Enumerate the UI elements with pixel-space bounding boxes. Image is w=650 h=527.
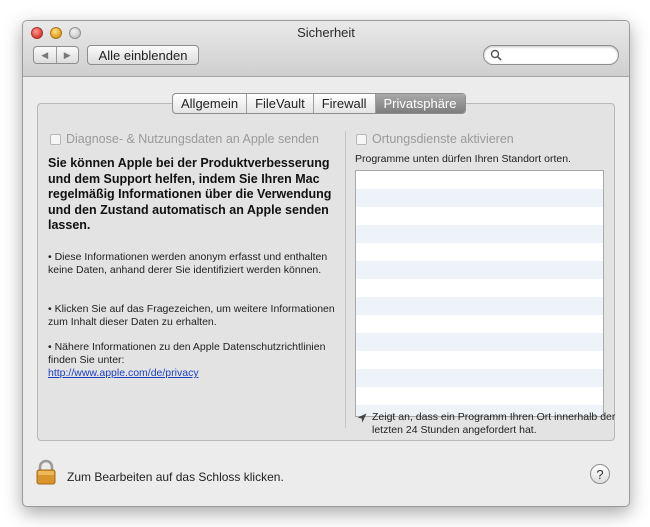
location-checkbox-row[interactable]: Ortungsdienste aktivieren (356, 132, 514, 146)
lock-status-text: Zum Bearbeiten auf das Schloss klicken. (67, 470, 284, 484)
diagnostics-checkbox[interactable] (50, 133, 61, 145)
search-icon (490, 49, 502, 61)
tab-firewall[interactable]: Firewall (312, 94, 375, 113)
column-divider (345, 131, 346, 428)
list-row (356, 333, 603, 351)
privacy-policy-text: • Nähere Informationen zu den Apple Date… (48, 341, 326, 366)
list-row (356, 171, 603, 189)
list-row (356, 351, 603, 369)
location-services-checkbox[interactable] (356, 133, 367, 145)
location-indicator-text: Zeigt an, dass ein Programm Ihren Ort in… (372, 411, 616, 436)
back-arrow-icon: ◀ (41, 49, 49, 60)
back-button[interactable]: ◀ (34, 47, 56, 63)
list-row (356, 189, 603, 207)
tab-privatsphaere[interactable]: Privatsphäre (374, 94, 465, 113)
tab-bar: Allgemein FileVault Firewall Privatsphär… (172, 93, 466, 114)
bullet-help-info: • Klicken Sie auf das Fragezeichen, um w… (48, 303, 335, 328)
bullet-privacy-policy: • Nähere Informationen zu den Apple Date… (48, 341, 343, 380)
location-list-label: Programme unten dürfen Ihren Standort or… (355, 153, 571, 165)
lock-icon[interactable] (35, 459, 57, 485)
tab-filevault[interactable]: FileVault (246, 94, 313, 113)
diagnostics-intro-text: Sie können Apple bei der Produktverbesse… (48, 156, 332, 232)
diagnostics-checkbox-row[interactable]: Diagnose- & Nutzungsdaten an Apple sende… (50, 132, 319, 146)
location-apps-list[interactable] (355, 170, 604, 417)
bullet-anonymous: • Diese Informationen werden anonym erfa… (48, 251, 328, 276)
list-row (356, 279, 603, 297)
search-field[interactable] (483, 45, 619, 65)
window-title: Sicherheit (297, 25, 355, 40)
list-row (356, 369, 603, 387)
forward-arrow-icon: ▶ (63, 49, 71, 60)
list-row (356, 387, 603, 405)
list-row (356, 243, 603, 261)
forward-button[interactable]: ▶ (55, 47, 79, 63)
help-button[interactable]: ? (590, 464, 610, 484)
location-arrow-icon (357, 413, 367, 423)
list-row (356, 315, 603, 333)
back-forward-control: ◀ ▶ (33, 46, 79, 64)
list-row (356, 207, 603, 225)
list-row (356, 261, 603, 279)
list-row (356, 225, 603, 243)
search-input[interactable] (504, 47, 616, 65)
tab-allgemein[interactable]: Allgemein (173, 94, 246, 113)
show-all-button[interactable]: Alle einblenden (87, 45, 199, 65)
list-row (356, 297, 603, 315)
diagnostics-checkbox-label: Diagnose- & Nutzungsdaten an Apple sende… (66, 132, 319, 146)
location-services-label: Ortungsdienste aktivieren (372, 132, 514, 146)
privacy-policy-link[interactable]: http://www.apple.com/de/privacy (48, 367, 199, 379)
help-question-icon: ? (596, 466, 604, 482)
title-bar: Sicherheit ◀ ▶ Alle einblenden (23, 21, 629, 77)
preferences-window: Sicherheit ◀ ▶ Alle einblenden Allgemein… (22, 20, 630, 507)
location-indicator-note: Zeigt an, dass ein Programm Ihren Ort in… (357, 411, 617, 437)
